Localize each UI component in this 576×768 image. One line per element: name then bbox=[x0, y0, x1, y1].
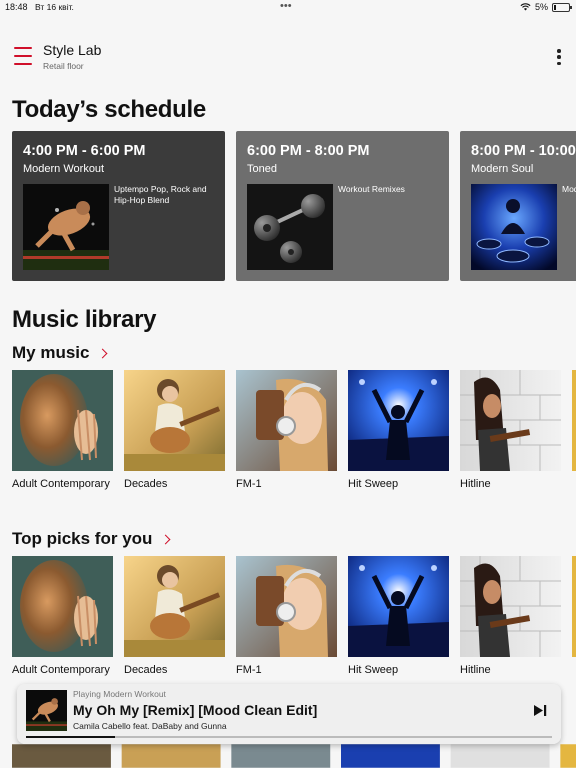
skip-next-icon[interactable] bbox=[533, 704, 547, 717]
multitasking-dots[interactable]: ••• bbox=[280, 0, 292, 12]
station-tile[interactable]: Decades bbox=[124, 370, 225, 493]
now-playing-bar[interactable]: Playing Modern Workout My Oh My [Remix] … bbox=[17, 684, 561, 744]
schedule-station: Modern Soul bbox=[471, 163, 534, 175]
location-title[interactable]: Style Lab bbox=[43, 42, 101, 58]
station-name: FM-1 bbox=[236, 664, 262, 676]
station-tile[interactable]: FM-1 bbox=[236, 370, 337, 493]
station-artwork bbox=[572, 556, 576, 657]
station-tile[interactable]: Hit Sweep bbox=[348, 370, 449, 493]
station-artwork bbox=[236, 556, 337, 657]
station-name: Hit Sweep bbox=[348, 478, 399, 490]
station-artwork bbox=[460, 556, 561, 657]
track-artist: Camila Cabello feat. DaBaby and Gunna bbox=[73, 721, 227, 731]
track-title: My Oh My [Remix] [Mood Clean Edit] bbox=[73, 702, 318, 718]
hamburger-menu-icon[interactable] bbox=[14, 47, 32, 65]
top-picks-carousel[interactable]: Adult Contemporary Decades FM-1 Hit Swee… bbox=[12, 556, 576, 696]
schedule-description: Modern Soul and Hip-Hop bbox=[562, 184, 576, 194]
schedule-heading: Today’s schedule bbox=[12, 96, 206, 123]
station-name: Decades bbox=[124, 478, 168, 490]
schedule-card[interactable]: 8:00 PM - 10:00 PM Modern Soul Modern So… bbox=[460, 131, 576, 281]
station-artwork bbox=[247, 184, 333, 270]
chevron-right-icon bbox=[160, 534, 171, 545]
station-name: Adult Contemporary bbox=[12, 664, 110, 676]
my-music-carousel[interactable]: Adult Contemporary Decades FM-1 Hit Swee… bbox=[12, 370, 576, 510]
station-tile[interactable]: Hitline bbox=[460, 370, 561, 493]
playback-progress-fill bbox=[26, 736, 116, 738]
top-picks-heading: Top picks for you bbox=[12, 529, 153, 548]
station-artwork bbox=[124, 556, 225, 657]
battery-icon bbox=[552, 2, 572, 12]
station-tile[interactable]: Hitline bbox=[460, 556, 561, 679]
station-artwork bbox=[236, 370, 337, 471]
schedule-description: Uptempo Pop, Rock and Hip-Hop Blend bbox=[114, 184, 207, 205]
station-name: Hit Sweep bbox=[348, 664, 399, 676]
station-tile[interactable]: Adult Contemporary bbox=[12, 370, 113, 493]
location-subtitle: Retail floor bbox=[43, 61, 84, 71]
station-artwork bbox=[23, 184, 109, 270]
schedule-time: 8:00 PM - 10:00 PM bbox=[471, 143, 576, 159]
station-artwork bbox=[12, 556, 113, 657]
battery-percent: 5% bbox=[534, 2, 548, 12]
station-tile[interactable]: FM-1 bbox=[236, 556, 337, 679]
schedule-card[interactable]: 4:00 PM - 6:00 PM Modern Workout Uptempo… bbox=[12, 131, 225, 281]
station-tile[interactable]: Adult Contemporary bbox=[12, 556, 113, 679]
station-artwork bbox=[572, 370, 576, 471]
battery-fill bbox=[554, 4, 556, 10]
station-artwork bbox=[471, 184, 557, 270]
next-carousel-peek bbox=[12, 744, 576, 768]
status-right: 5% bbox=[520, 2, 572, 12]
top-picks-section-link[interactable]: Top picks for you bbox=[12, 529, 171, 549]
more-options-icon[interactable] bbox=[556, 49, 562, 65]
wifi-icon bbox=[520, 3, 531, 11]
playback-progress bbox=[26, 736, 552, 738]
station-name: Decades bbox=[124, 664, 168, 676]
station-artwork bbox=[348, 370, 449, 471]
station-tile[interactable]: Decades bbox=[124, 556, 225, 679]
schedule-card[interactable]: 6:00 PM - 8:00 PM Toned Workout Remixes bbox=[236, 131, 449, 281]
schedule-carousel[interactable]: 4:00 PM - 6:00 PM Modern Workout Uptempo… bbox=[12, 131, 576, 281]
chevron-right-icon bbox=[98, 348, 108, 359]
app-header: Style Lab Retail floor bbox=[0, 36, 576, 78]
station-tile[interactable] bbox=[572, 556, 576, 657]
schedule-time: 4:00 PM - 6:00 PM bbox=[23, 143, 146, 159]
station-tile[interactable]: Hit Sweep bbox=[348, 556, 449, 679]
schedule-station: Modern Workout bbox=[23, 163, 105, 175]
now-playing-artwork bbox=[26, 690, 67, 731]
station-name: Hitline bbox=[460, 664, 491, 676]
station-artwork bbox=[124, 370, 225, 471]
status-time: 18:48 bbox=[5, 2, 28, 12]
station-artwork bbox=[12, 370, 113, 471]
library-heading: Music library bbox=[12, 306, 157, 333]
schedule-time: 6:00 PM - 8:00 PM bbox=[247, 143, 370, 159]
schedule-station: Toned bbox=[247, 163, 277, 175]
now-playing-context: Playing Modern Workout bbox=[73, 689, 166, 699]
station-artwork bbox=[348, 556, 449, 657]
station-name: Adult Contemporary bbox=[12, 478, 110, 490]
status-bar: 18:48 Вт 16 квіт. ••• 5% bbox=[0, 0, 576, 16]
schedule-description: Workout Remixes bbox=[338, 184, 405, 194]
station-tile[interactable] bbox=[572, 370, 576, 471]
next-row-artwork bbox=[12, 744, 576, 768]
status-date: Вт 16 квіт. bbox=[35, 2, 74, 12]
station-name: FM-1 bbox=[236, 478, 262, 490]
my-music-heading: My music bbox=[12, 343, 90, 362]
station-name: Hitline bbox=[460, 478, 491, 490]
station-artwork bbox=[460, 370, 561, 471]
my-music-section-link[interactable]: My music bbox=[12, 343, 108, 363]
